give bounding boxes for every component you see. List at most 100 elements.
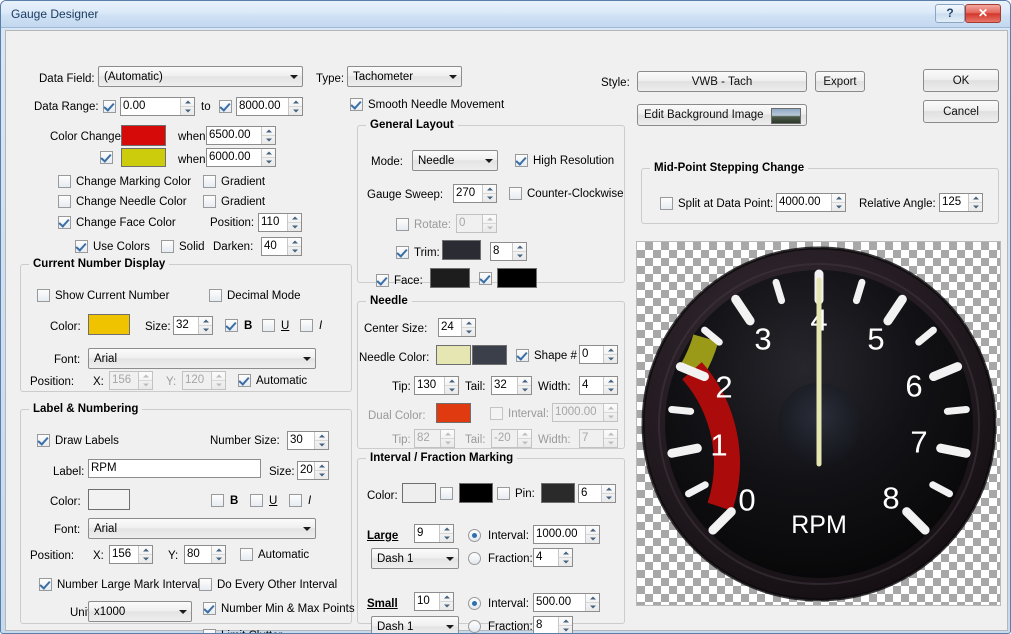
spinner-arrows[interactable]	[288, 98, 302, 115]
label-font-combo[interactable]: Arial	[88, 518, 316, 539]
color-change-2-checkbox[interactable]	[100, 151, 113, 164]
data-range-min-checkbox[interactable]	[103, 100, 116, 113]
spinner-arrows[interactable]	[138, 372, 152, 389]
change-needle-color-checkbox[interactable]	[58, 195, 71, 208]
face-color-swatch-2[interactable]	[497, 268, 537, 288]
marking-color-swatch-2[interactable]	[459, 483, 493, 503]
edit-background-image-button[interactable]: Edit Background Image	[637, 104, 807, 126]
gradient-1-checkbox[interactable]	[203, 175, 216, 188]
split-at-data-point-spinner[interactable]: 4000.00	[776, 193, 846, 212]
needle-color-swatch-2[interactable]	[472, 345, 507, 365]
trim-checkbox[interactable]	[396, 246, 409, 259]
spinner-arrows[interactable]	[512, 243, 526, 260]
counter-clockwise-checkbox[interactable]	[509, 187, 522, 200]
relative-angle-spinner[interactable]: 125	[939, 193, 983, 212]
smooth-needle-checkbox[interactable]	[350, 98, 363, 111]
pin-spinner[interactable]: 6	[578, 484, 616, 503]
pin-checkbox[interactable]	[497, 487, 510, 500]
use-colors-checkbox[interactable]	[75, 240, 88, 253]
face-color-swatch-1[interactable]	[430, 268, 470, 288]
current-number-bold-checkbox[interactable]	[225, 319, 238, 332]
rotate-spinner[interactable]: 0	[456, 214, 497, 233]
solid-checkbox[interactable]	[161, 240, 174, 253]
style-button[interactable]: VWB - Tach	[637, 71, 807, 92]
label-underline-checkbox[interactable]	[250, 494, 263, 507]
label-size-spinner[interactable]: 20	[297, 461, 329, 480]
decimal-mode-checkbox[interactable]	[209, 289, 222, 302]
spinner-arrows[interactable]	[314, 462, 328, 479]
large-fraction-radio[interactable]	[468, 552, 481, 565]
spinner-arrows[interactable]	[603, 377, 617, 394]
gradient-2-checkbox[interactable]	[203, 195, 216, 208]
change-marking-color-checkbox[interactable]	[58, 175, 71, 188]
face-checkbox-2[interactable]	[479, 272, 492, 285]
units-combo[interactable]: x1000	[88, 601, 192, 622]
spinner-arrows[interactable]	[261, 149, 275, 166]
label-italic-checkbox[interactable]	[289, 494, 302, 507]
dual-interval-checkbox[interactable]	[490, 407, 503, 420]
help-button[interactable]: ?	[935, 4, 965, 23]
small-fraction-spinner[interactable]: 8	[533, 616, 573, 633]
spinner-arrows[interactable]	[558, 617, 572, 633]
data-range-max-spinner[interactable]: 8000.00	[236, 97, 303, 116]
type-combo[interactable]: Tachometer	[347, 66, 462, 87]
color-change-1-spinner[interactable]: 6500.00	[206, 126, 276, 145]
rotate-checkbox[interactable]	[396, 218, 409, 231]
face-checkbox[interactable]	[376, 274, 389, 287]
spinner-arrows[interactable]	[517, 430, 531, 447]
spinner-arrows[interactable]	[211, 546, 225, 563]
spinner-arrows[interactable]	[585, 594, 599, 611]
current-number-x-spinner[interactable]: 156	[109, 371, 153, 390]
limit-clutter-checkbox[interactable]	[203, 629, 216, 633]
current-number-font-combo[interactable]: Arial	[88, 348, 316, 369]
current-number-y-spinner[interactable]: 120	[182, 371, 226, 390]
gauge-preview[interactable]: 0 1 2 3 4 5 6 7 8 RPM	[636, 241, 1001, 606]
large-interval-radio[interactable]	[468, 529, 481, 542]
spinner-arrows[interactable]	[517, 377, 531, 394]
current-number-automatic-checkbox[interactable]	[238, 374, 251, 387]
number-size-spinner[interactable]: 30	[287, 431, 329, 450]
color-change-2-swatch[interactable]	[121, 148, 166, 167]
gauge-sweep-spinner[interactable]: 270	[453, 184, 497, 203]
spinner-arrows[interactable]	[439, 593, 453, 610]
label-text-input[interactable]: RPM	[88, 459, 261, 478]
label-y-spinner[interactable]: 80	[184, 545, 226, 564]
center-size-spinner[interactable]: 24	[438, 318, 476, 337]
face-position-spinner[interactable]: 110	[258, 213, 302, 232]
spinner-arrows[interactable]	[603, 346, 617, 363]
spinner-arrows[interactable]	[558, 549, 572, 566]
change-face-color-checkbox[interactable]	[58, 216, 71, 229]
spinner-arrows[interactable]	[261, 127, 275, 144]
number-large-mark-intervals-checkbox[interactable]	[39, 578, 52, 591]
needle-color-swatch-1[interactable]	[436, 345, 471, 365]
data-range-min-spinner[interactable]: 0.00	[120, 97, 195, 116]
large-interval-spinner[interactable]: 1000.00	[533, 525, 600, 544]
dual-color-swatch[interactable]	[436, 403, 471, 423]
spinner-arrows[interactable]	[482, 185, 496, 202]
label-x-spinner[interactable]: 156	[109, 545, 153, 564]
dual-interval-spinner[interactable]: 1000.00	[552, 403, 618, 422]
small-fraction-radio[interactable]	[468, 620, 481, 633]
spinner-arrows[interactable]	[601, 485, 615, 502]
needle-shape-spinner[interactable]: 0	[579, 345, 618, 364]
draw-labels-checkbox[interactable]	[37, 434, 50, 447]
needle-tail-spinner[interactable]: 32	[491, 376, 532, 395]
spinner-arrows[interactable]	[603, 430, 617, 447]
large-count-spinner[interactable]: 9	[414, 524, 454, 543]
spinner-arrows[interactable]	[314, 432, 328, 449]
data-field-combo[interactable]: (Automatic)	[98, 66, 303, 87]
spinner-arrows[interactable]	[585, 526, 599, 543]
pin-color-swatch[interactable]	[541, 483, 575, 503]
spinner-arrows[interactable]	[461, 319, 475, 336]
darken-spinner[interactable]: 40	[261, 237, 302, 256]
spinner-arrows[interactable]	[482, 215, 496, 232]
label-automatic-checkbox[interactable]	[240, 548, 253, 561]
large-dash-combo[interactable]: Dash 1	[371, 548, 459, 569]
spinner-arrows[interactable]	[444, 377, 458, 394]
high-resolution-checkbox[interactable]	[515, 154, 528, 167]
small-interval-radio[interactable]	[468, 597, 481, 610]
marking-color-swatch-1[interactable]	[402, 483, 436, 503]
current-number-color-swatch[interactable]	[88, 314, 130, 335]
small-count-spinner[interactable]: 10	[414, 592, 454, 611]
spinner-arrows[interactable]	[287, 214, 301, 231]
